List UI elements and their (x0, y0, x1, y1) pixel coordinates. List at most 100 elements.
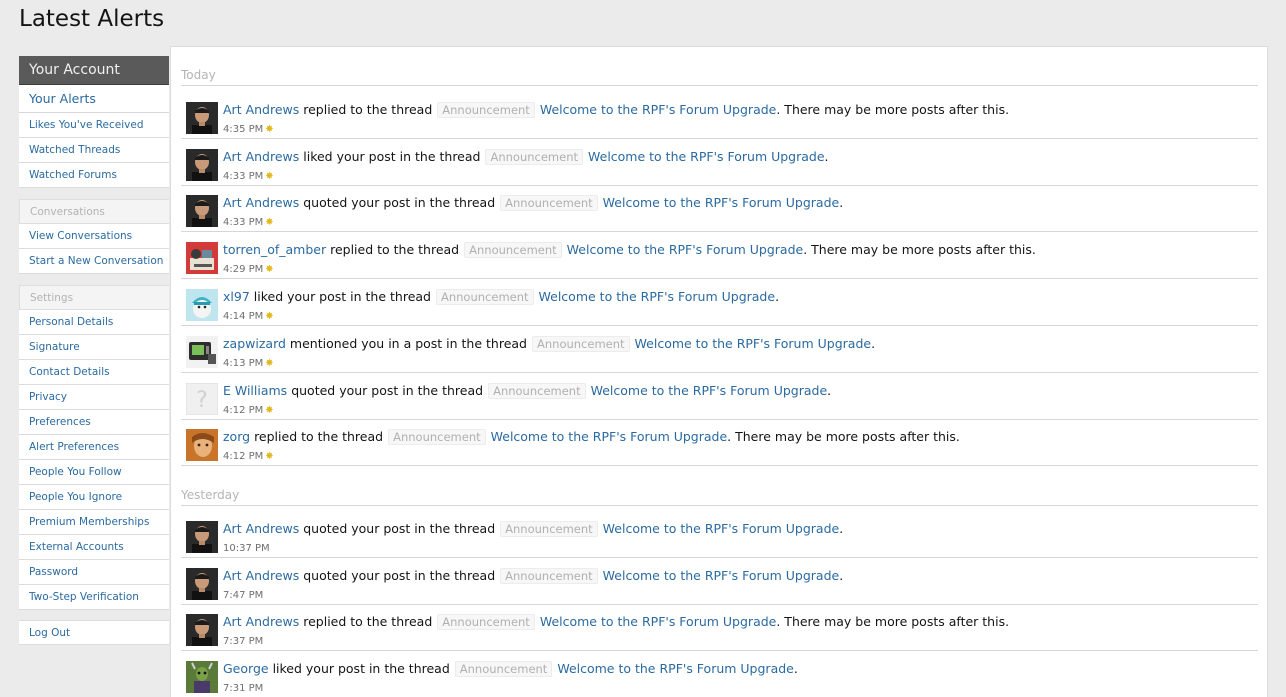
avatar[interactable] (186, 242, 218, 274)
thread-prefix-badge[interactable]: Announcement (388, 429, 486, 445)
alert-suffix-text: . There may be more posts after this. (727, 429, 960, 444)
alert-username-link[interactable]: zapwizard (223, 336, 286, 351)
alert-time: 7:47 PM (223, 590, 264, 601)
sidebar-item-watched-threads[interactable]: Watched Threads (19, 138, 169, 163)
thread-prefix-badge[interactable]: Announcement (500, 521, 598, 537)
svg-text:?: ? (196, 388, 208, 413)
alert-timestamp: 4:14 PM ✸ (223, 311, 274, 322)
thread-title-link[interactable]: Welcome to the RPF's Forum Upgrade (539, 289, 776, 304)
sidebar-item-your-alerts[interactable]: Your Alerts (19, 85, 169, 113)
alert-text: E Williams quoted your post in the threa… (223, 383, 832, 399)
thread-title-link[interactable]: Welcome to the RPF's Forum Upgrade (603, 195, 840, 210)
thread-title-link[interactable]: Welcome to the RPF's Forum Upgrade (540, 102, 777, 117)
sidebar-item-people-you-follow[interactable]: People You Follow (19, 460, 169, 485)
thread-prefix-badge[interactable]: Announcement (485, 149, 583, 165)
avatar[interactable] (186, 149, 218, 181)
alert-timestamp: 7:47 PM (223, 590, 263, 601)
sidebar-item-contact-details[interactable]: Contact Details (19, 360, 169, 385)
avatar[interactable] (186, 336, 218, 368)
alert-action-text: quoted your post in the thread (291, 383, 484, 398)
avatar[interactable] (186, 568, 218, 600)
thread-title-link[interactable]: Welcome to the RPF's Forum Upgrade (603, 568, 840, 583)
alert-timestamp: 7:37 PM (223, 636, 263, 647)
alert-time: 4:33 PM (223, 217, 264, 228)
asterisk-icon: ✸ (265, 124, 274, 135)
sidebar-item-likes-received[interactable]: Likes You've Received (19, 113, 169, 138)
sidebar-item-log-out[interactable]: Log Out (19, 620, 169, 645)
alert-username-link[interactable]: zorg (223, 429, 250, 444)
sidebar-item-password[interactable]: Password (19, 560, 169, 585)
sidebar-item-two-step-verification[interactable]: Two-Step Verification (19, 585, 169, 610)
avatar[interactable] (186, 429, 218, 461)
alert-username-link[interactable]: torren_of_amber (223, 242, 326, 257)
sidebar-item-privacy[interactable]: Privacy (19, 385, 169, 410)
alert-text: Art Andrews liked your post in the threa… (223, 149, 829, 165)
avatar[interactable] (186, 521, 218, 553)
thread-title-link[interactable]: Welcome to the RPF's Forum Upgrade (567, 242, 804, 257)
alert-time: 4:29 PM (223, 264, 264, 275)
alert-suffix-text: . (827, 383, 832, 398)
thread-prefix-badge[interactable]: Announcement (464, 242, 562, 258)
sidebar-item-signature[interactable]: Signature (19, 335, 169, 360)
avatar[interactable] (186, 661, 218, 693)
alert-action-text: quoted your post in the thread (303, 195, 496, 210)
thread-title-link[interactable]: Welcome to the RPF's Forum Upgrade (603, 521, 840, 536)
alert-text: zorg replied to the thread Announcement We… (223, 429, 960, 445)
alert-username-link[interactable]: xl97 (223, 289, 250, 304)
thread-prefix-badge[interactable]: Announcement (532, 336, 630, 352)
thread-prefix-badge[interactable]: Announcement (437, 102, 535, 118)
thread-title-link[interactable]: Welcome to the RPF's Forum Upgrade (635, 336, 872, 351)
thread-title-link[interactable]: Welcome to the RPF's Forum Upgrade (491, 429, 728, 444)
alert-action-text: replied to the thread (303, 102, 433, 117)
alert-item: zorg replied to the thread Announcement We… (181, 419, 1258, 466)
alert-text: Art Andrews quoted your post in the thre… (223, 521, 844, 537)
sidebar-item-preferences[interactable]: Preferences (19, 410, 169, 435)
thread-title-link[interactable]: Welcome to the RPF's Forum Upgrade (557, 661, 794, 676)
alert-suffix-text: . There may be more posts after this. (776, 102, 1010, 117)
alert-username-link[interactable]: E Williams (223, 383, 287, 398)
thread-prefix-badge[interactable]: Announcement (500, 568, 598, 584)
sidebar-item-external-accounts[interactable]: External Accounts (19, 535, 169, 560)
alert-username-link[interactable]: Art Andrews (223, 195, 299, 210)
alert-username-link[interactable]: George (223, 661, 269, 676)
sidebar-item-alert-preferences[interactable]: Alert Preferences (19, 435, 169, 460)
alert-timestamp: 4:12 PM ✸ (223, 451, 274, 462)
alert-text: Art Andrews quoted your post in the thre… (223, 195, 843, 211)
avatar[interactable]: ? (186, 383, 218, 415)
sidebar-item-start-conversation[interactable]: Start a New Conversation (19, 249, 169, 274)
alert-suffix-text: . There may be more posts after this. (776, 614, 1010, 629)
alert-suffix-text: . (839, 521, 844, 536)
avatar[interactable] (186, 289, 218, 321)
page-title: Latest Alerts (19, 6, 165, 32)
sidebar-item-watched-forums[interactable]: Watched Forums (19, 163, 169, 188)
sidebar-item-premium-memberships[interactable]: Premium Memberships (19, 510, 169, 535)
sidebar-item-people-you-ignore[interactable]: People You Ignore (19, 485, 169, 510)
thread-prefix-badge[interactable]: Announcement (437, 614, 535, 630)
alert-timestamp: 4:29 PM ✸ (223, 264, 274, 275)
alert-timestamp: 7:31 PM (223, 683, 263, 694)
day-header-yesterday: Yesterday (181, 488, 1258, 506)
alert-action-text: liked your post in the thread (303, 149, 481, 164)
thread-title-link[interactable]: Welcome to the RPF's Forum Upgrade (591, 383, 828, 398)
alert-username-link[interactable]: Art Andrews (223, 614, 299, 629)
thread-title-link[interactable]: Welcome to the RPF's Forum Upgrade (588, 149, 825, 164)
alert-username-link[interactable]: Art Andrews (223, 521, 299, 536)
alert-timestamp: 10:37 PM (223, 543, 270, 554)
thread-prefix-badge[interactable]: Announcement (435, 289, 534, 305)
sidebar-item-view-conversations[interactable]: View Conversations (19, 224, 169, 249)
alert-username-link[interactable]: Art Andrews (223, 149, 299, 164)
alert-action-text: quoted your post in the thread (303, 521, 496, 536)
day-header-today: Today (181, 68, 1258, 86)
alert-time: 4:12 PM (223, 405, 264, 416)
avatar[interactable] (186, 614, 218, 646)
alert-username-link[interactable]: Art Andrews (223, 568, 299, 583)
thread-prefix-badge[interactable]: Announcement (500, 195, 598, 211)
avatar[interactable] (186, 195, 218, 227)
alert-username-link[interactable]: Art Andrews (223, 102, 299, 117)
alert-timestamp: 4:13 PM ✸ (223, 358, 274, 369)
thread-prefix-badge[interactable]: Announcement (488, 383, 586, 399)
thread-title-link[interactable]: Welcome to the RPF's Forum Upgrade (540, 614, 777, 629)
thread-prefix-badge[interactable]: Announcement (454, 661, 553, 677)
avatar[interactable] (186, 102, 218, 134)
sidebar-item-personal-details[interactable]: Personal Details (19, 310, 169, 335)
